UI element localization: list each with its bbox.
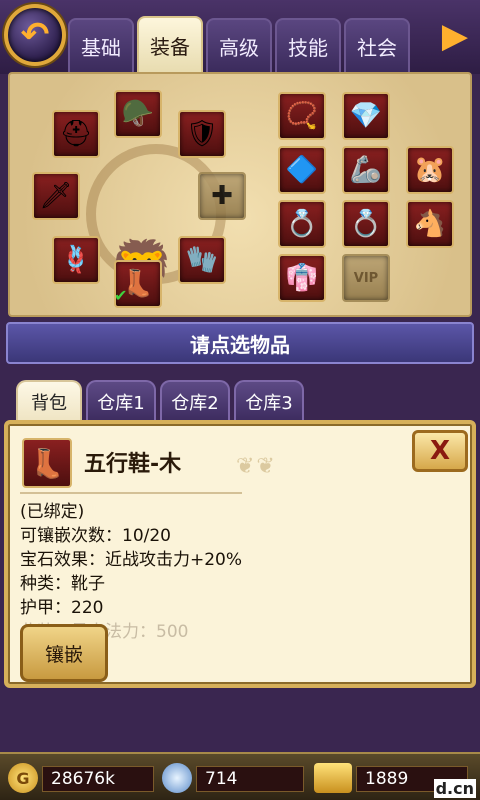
tab-storage-3[interactable]: 仓库3 <box>234 380 304 422</box>
item-info-panel: 👢 五行鞋-木 ❦❦ X (已绑定) 可镶嵌次数：10/20 宝石效果：近战攻击… <box>4 420 476 688</box>
item-name: 五行鞋-木 <box>84 452 182 477</box>
gold-amount: 28676k <box>42 766 154 792</box>
tab-bag[interactable]: 背包 <box>16 380 82 422</box>
shoulder-icon: 🛡 <box>185 119 219 149</box>
tab-storage-2[interactable]: 仓库2 <box>160 380 230 422</box>
gloves-icon: 🦾 <box>349 155 383 185</box>
amulet-slot[interactable]: 💎 <box>342 92 390 140</box>
bag-tabs: 背包 仓库1 仓库2 仓库3 <box>16 380 304 422</box>
shield-slot[interactable]: ✚ <box>198 172 246 220</box>
vip-slot[interactable]: VIP <box>342 254 390 302</box>
amulet-icon: 🔷 <box>285 155 319 185</box>
tab-equipment[interactable]: 装备 <box>137 16 203 72</box>
gold-coin-icon: G <box>8 763 38 793</box>
shield-icon: ✚ <box>211 181 233 211</box>
gloves-slot[interactable]: 🧤 <box>178 236 226 284</box>
equipment-panel: 🦁 ⛑ 🪖 🛡 🗡 ✚ 🪢 🧤 👢 📿 💎 🔷 🦾 🐹 💍 💍 🐴 👘 VIP <box>8 72 472 317</box>
vip-label: VIP <box>353 270 379 286</box>
next-arrow-icon[interactable]: ▶ <box>438 18 472 54</box>
necklace-icon: 📿 <box>285 101 319 131</box>
helmet-slot[interactable]: ⛑ <box>52 110 100 158</box>
amulet-slot-2[interactable]: 🔷 <box>278 146 326 194</box>
pet-icon: 🐹 <box>413 155 447 185</box>
tab-social[interactable]: 社会 <box>344 18 410 72</box>
bound-status: (已绑定) <box>20 502 85 522</box>
ring-slot-1[interactable]: 💍 <box>278 200 326 248</box>
costume-slot[interactable]: 👘 <box>278 254 326 302</box>
close-button[interactable]: X <box>412 430 468 472</box>
ring-slot-2[interactable]: 💍 <box>342 200 390 248</box>
equipped-check-icon: ✔ <box>114 286 128 305</box>
necklace-slot[interactable]: 📿 <box>278 92 326 140</box>
resource-bar: G 28676k 714 1889 <box>0 752 480 800</box>
amulet-icon: 💎 <box>349 101 383 131</box>
ring-icon: 💍 <box>349 209 383 239</box>
watermark: d.cn <box>433 779 476 798</box>
gloves-slot-2[interactable]: 🦾 <box>342 146 390 194</box>
inlay-count: 可镶嵌次数：10/20 <box>20 526 171 546</box>
gloves-icon: 🧤 <box>185 245 219 275</box>
pet-slot[interactable]: 🐹 <box>406 146 454 194</box>
mount-slot[interactable]: 🐴 <box>406 200 454 248</box>
tab-storage-1[interactable]: 仓库1 <box>86 380 156 422</box>
divider <box>20 492 242 494</box>
mount-icon: 🐴 <box>413 209 447 239</box>
tab-basic[interactable]: 基础 <box>68 18 134 72</box>
tab-skills[interactable]: 技能 <box>275 18 341 72</box>
costume-icon: 👘 <box>285 263 319 293</box>
armor-icon: 🪖 <box>121 99 155 129</box>
sword-icon: 🗡 <box>39 181 73 211</box>
ring-icon: 💍 <box>285 209 319 239</box>
item-type: 种类：靴子 <box>20 574 105 594</box>
ornament-decoration: ❦❦ <box>236 454 277 479</box>
gem-icon <box>162 763 192 793</box>
armor-slot[interactable]: 🪖 <box>114 90 162 138</box>
back-arrow-icon[interactable]: ↶ <box>4 4 66 66</box>
boots-icon: 👢 <box>22 438 72 488</box>
gold-bar-icon <box>314 763 352 793</box>
belt-slot[interactable]: 🪢 <box>52 236 100 284</box>
belt-icon: 🪢 <box>59 245 93 275</box>
tab-advanced[interactable]: 高级 <box>206 18 272 72</box>
top-bar: ↶ 基础 装备 高级 技能 社会 ▶ <box>0 0 480 74</box>
sword-slot[interactable]: 🗡 <box>32 172 80 220</box>
helmet-icon: ⛑ <box>59 119 93 149</box>
gem-amount: 714 <box>196 766 304 792</box>
item-properties: (已绑定) 可镶嵌次数：10/20 宝石效果：近战攻击力+20% 种类：靴子 护… <box>20 500 242 644</box>
gem-effect: 宝石效果：近战攻击力+20% <box>20 550 243 570</box>
item-armor: 护甲：220 <box>20 598 104 618</box>
shoulder-slot[interactable]: 🛡 <box>178 110 226 158</box>
top-tabs: 基础 装备 高级 技能 社会 <box>68 16 410 72</box>
select-item-hint: 请点选物品 <box>6 322 474 364</box>
inlay-button[interactable]: 镶嵌 <box>20 624 108 682</box>
